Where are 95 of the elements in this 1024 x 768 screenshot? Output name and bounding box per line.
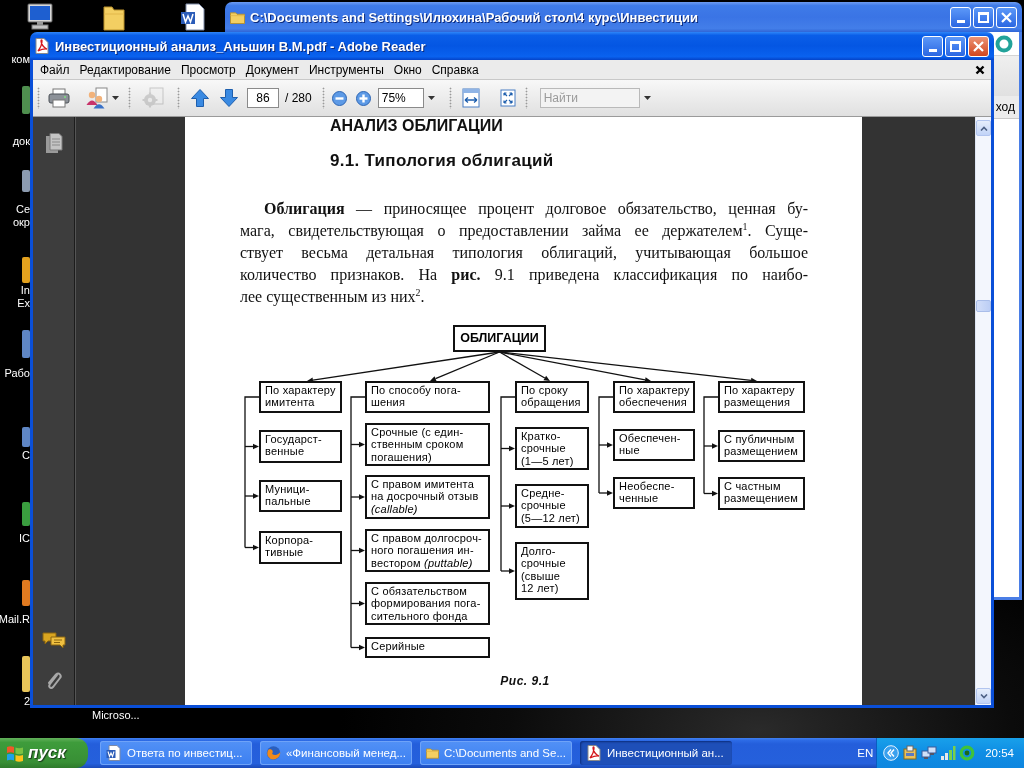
device-icon[interactable] [902, 745, 919, 761]
subtype-node: Серийные [365, 637, 490, 658]
subtype-node: Государст- венные [259, 430, 342, 463]
subtype-node: С правом имитента на досрочный отзыв (callable) [365, 475, 490, 519]
menu-item[interactable]: Редактирование [74, 60, 176, 79]
monitor-icon[interactable] [26, 3, 54, 30]
folder-icon[interactable] [102, 3, 126, 31]
people-icon[interactable] [85, 87, 109, 109]
browser-icon [266, 745, 281, 761]
pdf-icon [586, 745, 602, 761]
icon-label[interactable]: Се окр [12, 203, 30, 229]
subtype-node: С правом долгосроч- ного погашения ин- вестором (puttable) [365, 529, 490, 572]
chevron-left-icon[interactable] [883, 745, 900, 761]
body-paragraph: Облигация — приносящее процент долговое обязательство, ценная бу- мага, свидетельствующая о предоставлении займа ее держателем$^{1}$. Суще- ствует весьма детальная типология облигаций, учитывающая большое количество признаков. На рис. 9.1 приведена классификация по наибо- лее существенным из них$^{2}$. [240, 199, 808, 308]
caret-icon[interactable] [112, 96, 119, 100]
subtype-node: Муници- пальные [259, 480, 342, 512]
minimize-button[interactable] [922, 35, 943, 57]
fit-page-icon[interactable] [498, 88, 517, 108]
folder-icon [426, 746, 439, 760]
category-node: По характеру имитента [259, 381, 342, 413]
icon-label[interactable]: Mail.R [0, 613, 30, 626]
menu-item[interactable]: Просмотр [175, 60, 241, 79]
close-button[interactable] [968, 35, 989, 57]
category-node: По способу пога- шения [365, 381, 490, 413]
category-node: По сроку обращения [515, 381, 589, 413]
subtype-node: Обеспечен- ные [613, 429, 695, 461]
scroll-up-button[interactable] [976, 120, 991, 136]
menu-item[interactable]: Справка [426, 60, 484, 79]
subtype-node: Средне- срочные (5—12 лет) [515, 484, 589, 528]
close-icon[interactable] [975, 64, 985, 75]
subtype-node: Необеспе- ченные [613, 477, 695, 509]
desktop-icon[interactable] [22, 427, 30, 447]
search-field[interactable]: Найти [539, 88, 640, 108]
root-node: ОБЛИГАЦИИ [453, 325, 546, 352]
subtype-node: Срочные (с един- ственным сроком погашения) [365, 423, 490, 466]
section-heading: 9.1. Типология облигаций [330, 152, 554, 170]
close-icon [1001, 11, 1012, 23]
network-icon[interactable] [921, 745, 938, 761]
icon-label[interactable]: Microso... [92, 709, 140, 722]
ring-icon [995, 34, 1013, 53]
chevron-up-icon [979, 125, 988, 131]
subtype-node: С частным размещением [718, 477, 805, 510]
icon-label[interactable]: С [22, 449, 30, 462]
category-node: По характеру размещения [718, 381, 805, 413]
close-icon [973, 40, 984, 52]
clock: 20:54 [985, 747, 1014, 759]
zoom-in-icon[interactable] [355, 90, 371, 106]
chevron-down-icon [979, 693, 988, 699]
icon-label[interactable]: IC [19, 532, 30, 545]
start-button[interactable]: пуск [0, 738, 88, 768]
subtype-node: Кратко- срочные (1—5 лет) [515, 427, 589, 470]
language-indicator[interactable]: EN [857, 747, 874, 759]
maximize-icon [950, 40, 961, 52]
subtype-node: Корпора- тивные [259, 531, 342, 564]
windows-logo-icon [6, 744, 24, 762]
maximize-button[interactable] [945, 35, 966, 57]
maximize-icon [978, 11, 989, 23]
window-title: C:\Documents and Settings\Илюхина\Рабочий стол\4 курс\Инвестиции [250, 9, 698, 25]
subtype-node: С публичным размещением [718, 430, 805, 462]
menu-item[interactable]: Окно [388, 60, 427, 79]
signal-bars-icon[interactable] [940, 745, 957, 761]
pages-icon[interactable] [44, 133, 63, 154]
zoom-out-icon[interactable] [331, 90, 347, 106]
minimize-icon [956, 19, 965, 23]
taskbar-button[interactable]: Инвестиционный ан... [580, 741, 732, 765]
category-node: По характеру обеспечения [613, 381, 695, 413]
window-title: Инвестиционный анализ_Аньшин В.М.pdf - Adobe Reader [55, 38, 426, 54]
zoom-field[interactable]: 75% [377, 88, 424, 108]
printer-icon[interactable] [48, 88, 70, 108]
scroll-down-button[interactable] [976, 688, 991, 704]
icon-label[interactable]: ком [11, 53, 30, 66]
word-document-icon [106, 745, 122, 761]
page-count: / 280 [285, 91, 312, 105]
ring-icon[interactable] [959, 745, 976, 761]
icon-label[interactable]: 2 [23, 695, 30, 708]
running-head: АНАЛИЗ ОБЛИГАЦИИ [330, 117, 503, 135]
scrollbar-thumb[interactable] [976, 300, 991, 312]
arrow-down-icon[interactable] [219, 88, 239, 108]
pdf-icon [34, 38, 50, 54]
speech-bubbles-icon[interactable] [41, 631, 66, 651]
figure-caption: Рис. 9.1 [500, 674, 550, 688]
menu-item[interactable]: Файл [35, 60, 75, 79]
subtype-node: С обязательством формирования пога- сительного фонда [365, 582, 490, 625]
arrow-up-icon[interactable] [190, 88, 210, 108]
word-document-icon[interactable] [180, 3, 206, 31]
subtype-node: Долго- срочные (свыше 12 лет) [515, 542, 589, 600]
page-number-field[interactable]: 86 [247, 88, 279, 108]
folder-icon [230, 10, 245, 24]
menu-item[interactable]: Инструменты [304, 60, 389, 79]
fit-width-icon[interactable] [461, 88, 480, 108]
minimize-icon [928, 48, 937, 52]
icon-label[interactable]: док [12, 135, 30, 148]
icon-label[interactable]: In Ex [17, 284, 30, 310]
menu-item[interactable]: Документ [240, 60, 304, 79]
icon-label[interactable]: Рабо [4, 367, 30, 380]
